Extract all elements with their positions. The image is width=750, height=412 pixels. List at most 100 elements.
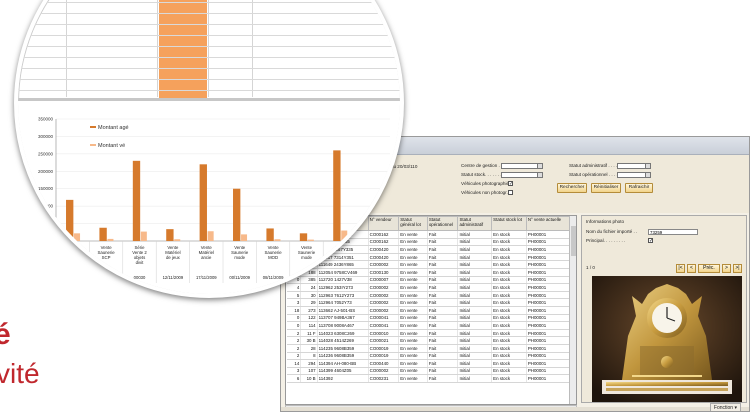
bar	[274, 239, 281, 241]
spreadsheet-row	[18, 80, 400, 91]
table-cell: Fait	[427, 321, 459, 330]
row-amount	[159, 36, 207, 46]
table-cell: 0	[286, 321, 302, 330]
magnifier-lens: 0 50000 100000 150000 200000 250000 300000 3500…	[14, 0, 404, 298]
table-cell: Initial	[457, 352, 493, 361]
table-row[interactable]: 3 29 112964 7052Y73 CO00002 En vente Fait Init…	[286, 298, 576, 307]
table-cell: Fait	[427, 260, 459, 269]
x-date-label: 00001	[67, 275, 79, 280]
vehicules-non-photo-checkbox[interactable]	[508, 190, 513, 195]
x-date-label: 00/11/2009	[296, 275, 317, 280]
prev-arrow-button[interactable]: <	[687, 264, 696, 273]
table-cell: Initial	[457, 268, 493, 277]
row-blank	[254, 25, 400, 35]
principal-label: Principal. . . . . . . . .	[586, 238, 626, 243]
row-blank	[254, 69, 400, 79]
table-row[interactable]: 18 273 113662 AJ-501-BS CO00002 En vente Fait…	[286, 306, 576, 315]
reset-button[interactable]: Réinitialiser	[591, 183, 621, 193]
table-cell: CO00021	[368, 336, 400, 345]
bar	[107, 238, 114, 241]
search-button[interactable]: Rechercher	[557, 183, 587, 193]
bar	[307, 239, 314, 241]
bar	[132, 160, 141, 241]
table-cell: En stock	[491, 245, 527, 254]
next-arrow-button[interactable]: >	[722, 264, 731, 273]
table-cell: 18	[286, 306, 302, 315]
table-cell: Initial	[457, 245, 493, 254]
filename-field[interactable]: 73259	[648, 229, 698, 235]
fonction-menu[interactable]: Fonction ▾	[709, 403, 741, 411]
first-photo-button[interactable]: |<	[676, 264, 685, 273]
last-photo-button[interactable]: >|	[733, 264, 742, 273]
table-cell: En vente	[398, 245, 428, 254]
statut-admin-select[interactable]	[617, 163, 651, 169]
y-tick-label: 0	[50, 239, 53, 244]
table-cell: En vente	[398, 268, 428, 277]
table-cell: En stock	[491, 298, 527, 307]
spreadsheet-row	[18, 58, 400, 69]
x-date-label: 00020	[100, 275, 112, 280]
table-cell: CO00019	[368, 352, 400, 361]
table-cell: En vente	[398, 374, 428, 383]
table-vertical-scrollbar[interactable]	[569, 216, 576, 404]
statut-oper-select[interactable]	[617, 172, 651, 178]
column-header[interactable]: Statut général lot	[398, 216, 428, 231]
principal-checkbox[interactable]: ✓	[648, 238, 653, 244]
table-cell: Initial	[457, 276, 493, 285]
table-row[interactable]: 0 114 113708 9008A467 CO00041 En vente Fait In…	[286, 321, 576, 330]
statut-stock-select[interactable]	[501, 172, 543, 178]
vehicules-photo-checkbox[interactable]: ✓	[508, 181, 513, 187]
table-row[interactable]: 14 294 114394 AH-080-BB CO00440 En vente Fait…	[286, 359, 576, 368]
table-row[interactable]: 2 11 F 114023 6308C269 CO00010 En vente Fait I…	[286, 329, 576, 338]
table-cell: En vente	[398, 336, 428, 345]
legend-entry: Montant vé	[98, 143, 125, 149]
table-cell: En stock	[491, 260, 527, 269]
row-blank	[254, 58, 400, 68]
table-cell: Initial	[457, 344, 493, 353]
table-cell: Fait	[427, 344, 459, 353]
fonction-label: Fonction	[713, 405, 734, 411]
x-tick-label: Vente Matériel de jeux	[165, 245, 180, 260]
y-tick-label: 200000	[38, 169, 54, 174]
table-cell: 114394 AH-080-BB	[317, 359, 369, 368]
table-cell: Initial	[457, 329, 493, 338]
table-cell: CO00002	[368, 367, 400, 376]
table-cell: 114399 4604Z05	[317, 367, 369, 376]
centre-select[interactable]	[501, 163, 543, 169]
x-date-label: 00/11/2009	[363, 275, 384, 280]
table-cell: 112964 7052Y73	[317, 298, 369, 307]
table-row[interactable]: 3 107 114399 4604Z05 CO00002 En vente Fait Ini…	[286, 367, 576, 376]
table-cell: Fait	[427, 314, 459, 323]
table-cell: 30 B	[300, 336, 318, 345]
table-cell: Fait	[427, 374, 459, 383]
column-header[interactable]: Statut administratif	[457, 216, 493, 231]
table-cell: En vente	[398, 260, 428, 269]
column-header[interactable]: Statut stock lot	[491, 216, 527, 231]
scrollbar-thumb[interactable]	[571, 226, 576, 256]
table-row[interactable]: 2 28 114235 9608B359 CO00019 En vente Fait Ini…	[286, 344, 576, 353]
prev-photo-button[interactable]: Préc.	[698, 264, 720, 273]
table-row[interactable]: 0 122 113707 949BA367 CO00041 En vente Fait In…	[286, 314, 576, 323]
table-cell: 2	[286, 329, 302, 338]
table-cell: 2	[286, 336, 302, 345]
refresh-button[interactable]: Rafraichir	[625, 183, 653, 193]
table-cell: En vente	[398, 344, 428, 353]
x-date-label: 00030	[134, 275, 146, 280]
table-cell: En vente	[398, 321, 428, 330]
table-cell: Fait	[427, 245, 459, 254]
table-row[interactable]: 2 30 B 114028 4514Z269 CO00021 En vente Fait I…	[286, 336, 576, 345]
table-cell: Initial	[457, 367, 493, 376]
table-cell: En vente	[398, 283, 428, 292]
table-cell: En vente	[398, 238, 428, 247]
table-row[interactable]: 6 10 B 114392 CO00231 En vente Fait Initial En …	[286, 374, 576, 383]
bar	[207, 231, 214, 241]
row-blank	[254, 36, 400, 46]
column-header[interactable]: Statut opérationnel	[426, 216, 459, 231]
bar	[66, 199, 74, 241]
table-cell: 8	[300, 352, 318, 361]
bar	[174, 239, 181, 241]
table-cell: En stock	[491, 238, 527, 247]
table-row[interactable]: 2 8 114236 9608B359 CO00019 En vente Fait Init…	[286, 352, 576, 361]
vehicules-photo-label: Véhicules photographiés	[461, 181, 512, 186]
table-cell: En stock	[491, 336, 527, 345]
